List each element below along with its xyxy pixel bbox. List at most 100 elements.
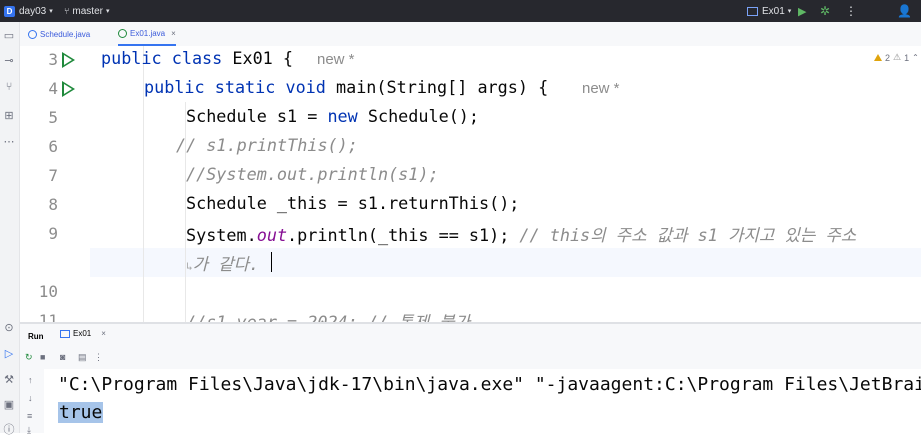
code-line-3: public class Ex01 { — [101, 48, 293, 68]
code-text: Ex01 { — [232, 48, 293, 68]
run-gutter-icon[interactable] — [62, 81, 75, 97]
text-caret — [271, 252, 272, 272]
editor-tab-bar: Schedule.java Ex01.java × — [20, 22, 921, 47]
problems-icon[interactable]: ⓘ — [3, 424, 15, 436]
more-tools-icon[interactable]: ⋯ — [3, 136, 15, 148]
line-number: 3 — [48, 50, 58, 69]
code-text: Schedule s1 = — [186, 106, 328, 126]
arrow-up-icon[interactable]: ↑ — [28, 375, 33, 385]
code-editor[interactable]: 3 4 5 6 7 8 9 10 11 public class Ex01 { … — [20, 46, 921, 322]
static-field: out — [256, 225, 288, 245]
close-icon[interactable]: × — [171, 29, 176, 38]
more-actions-icon[interactable]: ⋮ — [845, 0, 857, 22]
chevron-down-icon: ▾ — [787, 8, 792, 15]
build-icon[interactable]: ⚒ — [3, 374, 15, 386]
line-number: 10 — [38, 282, 58, 301]
run-config-selector[interactable]: Ex01 ▾ — [747, 0, 791, 22]
git-branch-icon: ⑂ — [64, 6, 70, 16]
keyword: void — [285, 77, 326, 97]
author-hint[interactable]: new * — [317, 51, 355, 68]
author-hint[interactable]: new * — [582, 80, 620, 97]
run-side-toolbar: ↑ ↓ ≡ ⤓ — [20, 369, 44, 436]
pull-requests-icon[interactable]: ⑂ — [3, 81, 15, 93]
keyword: class — [171, 48, 223, 68]
java-class-icon — [28, 29, 37, 39]
code-line-4: public static void main(String[] args) { — [144, 77, 548, 97]
line-number: 7 — [48, 166, 58, 185]
code-line-6: // s1.printThis(); — [176, 135, 358, 155]
add-user-icon[interactable]: 👤 — [897, 0, 912, 22]
branch-widget[interactable]: ⑂ master ▾ — [64, 0, 109, 22]
line-number: 6 — [48, 137, 58, 156]
inspection-widget[interactable]: 2 ⚠ 1 ⌃ ⌄ — [874, 52, 921, 63]
code-line-9: System.out.println(_this == s1); // this… — [186, 222, 856, 246]
app-config-icon — [747, 6, 758, 16]
structure-icon[interactable]: ⊞ — [3, 110, 15, 122]
run-icon[interactable]: ▶ — [798, 0, 806, 22]
console-command-line: "C:\Program Files\Java\jdk-17\bin\java.e… — [58, 374, 921, 395]
layout-icon[interactable]: ▤ — [78, 352, 87, 363]
soft-wrap-icon[interactable]: ≡ — [27, 411, 32, 421]
line-number: 5 — [48, 108, 58, 127]
code-text: Schedule(); — [357, 106, 480, 126]
code-line-5: Schedule s1 = new Schedule(); — [186, 106, 479, 126]
camera-icon[interactable]: ◙ — [60, 352, 65, 362]
project-name: day03 — [19, 5, 47, 17]
scroll-to-end-icon[interactable]: ⤓ — [27, 425, 31, 436]
run-tool-icon[interactable]: ▷ — [3, 348, 15, 360]
project-badge: D — [4, 5, 15, 17]
code-line-7: //System.out.println(s1); — [186, 164, 439, 184]
soft-wrap-icon: ↳ — [186, 260, 193, 273]
run-tab-label: Ex01 — [73, 329, 92, 338]
current-line-highlight — [20, 248, 921, 277]
run-toolbar: ↻ ■ ◙ ▤ ⋮ — [20, 347, 921, 369]
chevron-up-icon[interactable]: ⌃ — [912, 53, 919, 62]
keyword: public — [101, 48, 162, 68]
run-panel-header: Run Ex01 × — [20, 324, 921, 347]
arrow-down-icon[interactable]: ↓ — [28, 393, 33, 403]
project-widget[interactable]: D day03 ▾ — [4, 0, 53, 22]
services-icon[interactable]: ⊙ — [3, 322, 15, 334]
title-bar: D day03 ▾ ⑂ master ▾ Ex01 ▾ ▶ ✲ ⋮ 👤 — [0, 0, 921, 22]
code-line-9-wrap: ↳가 같다. — [186, 251, 259, 275]
terminal-icon[interactable]: ▣ — [3, 399, 15, 411]
line-number: 8 — [48, 195, 58, 214]
tab-label: Ex01.java — [130, 28, 166, 38]
debug-icon[interactable]: ✲ — [820, 0, 830, 22]
run-panel-title: Run — [28, 332, 44, 341]
run-config-name: Ex01 — [762, 5, 785, 17]
branch-name: master — [72, 5, 103, 17]
tab-ex01-java[interactable]: Ex01.java × — [118, 22, 176, 46]
line-number: 11 — [38, 311, 58, 322]
chevron-down-icon: ▾ — [105, 8, 110, 15]
folder-icon[interactable]: ▭ — [3, 30, 15, 42]
commit-icon[interactable]: ⊸ — [3, 55, 15, 67]
code-text: .println(_this == s1); — [287, 225, 520, 245]
weak-warning-icon: ⚠ — [893, 52, 902, 62]
run-gutter-icon[interactable] — [62, 52, 75, 68]
more-icon[interactable]: ⋮ — [94, 352, 103, 363]
stop-icon[interactable]: ■ — [40, 352, 45, 362]
code-text: main(String[] args) { — [336, 77, 549, 97]
keyword: new — [327, 106, 358, 126]
keyword: static — [214, 77, 276, 97]
weak-warning-count: 1 — [904, 52, 910, 63]
console-output-line: true — [58, 402, 104, 423]
line-number: 9 — [48, 224, 58, 243]
code-line-8: Schedule _this = s1.returnThis(); — [186, 193, 520, 213]
app-config-icon — [60, 329, 70, 338]
run-tab-ex01[interactable]: Ex01 × — [60, 329, 106, 338]
chevron-down-icon: ▾ — [49, 8, 53, 15]
program-output: true — [58, 402, 104, 423]
left-tool-stripe: ▭ ⊸ ⑂ ⊞ ⋯ ⊙ ▷ ⚒ ▣ ⓘ — [0, 22, 20, 436]
code-text: System. — [186, 225, 257, 245]
keyword: public — [144, 77, 205, 97]
tab-schedule-java[interactable]: Schedule.java — [28, 22, 90, 46]
rerun-icon[interactable]: ↻ — [25, 352, 33, 363]
close-icon[interactable]: × — [101, 329, 106, 338]
warning-count: 2 — [885, 52, 891, 63]
java-class-icon — [118, 28, 127, 38]
console-output[interactable]: "C:\Program Files\Java\jdk-17\bin\java.e… — [44, 369, 921, 433]
gutter: 3 4 5 6 7 8 9 10 11 — [20, 46, 90, 322]
code-comment: 가 같다. — [192, 254, 260, 274]
